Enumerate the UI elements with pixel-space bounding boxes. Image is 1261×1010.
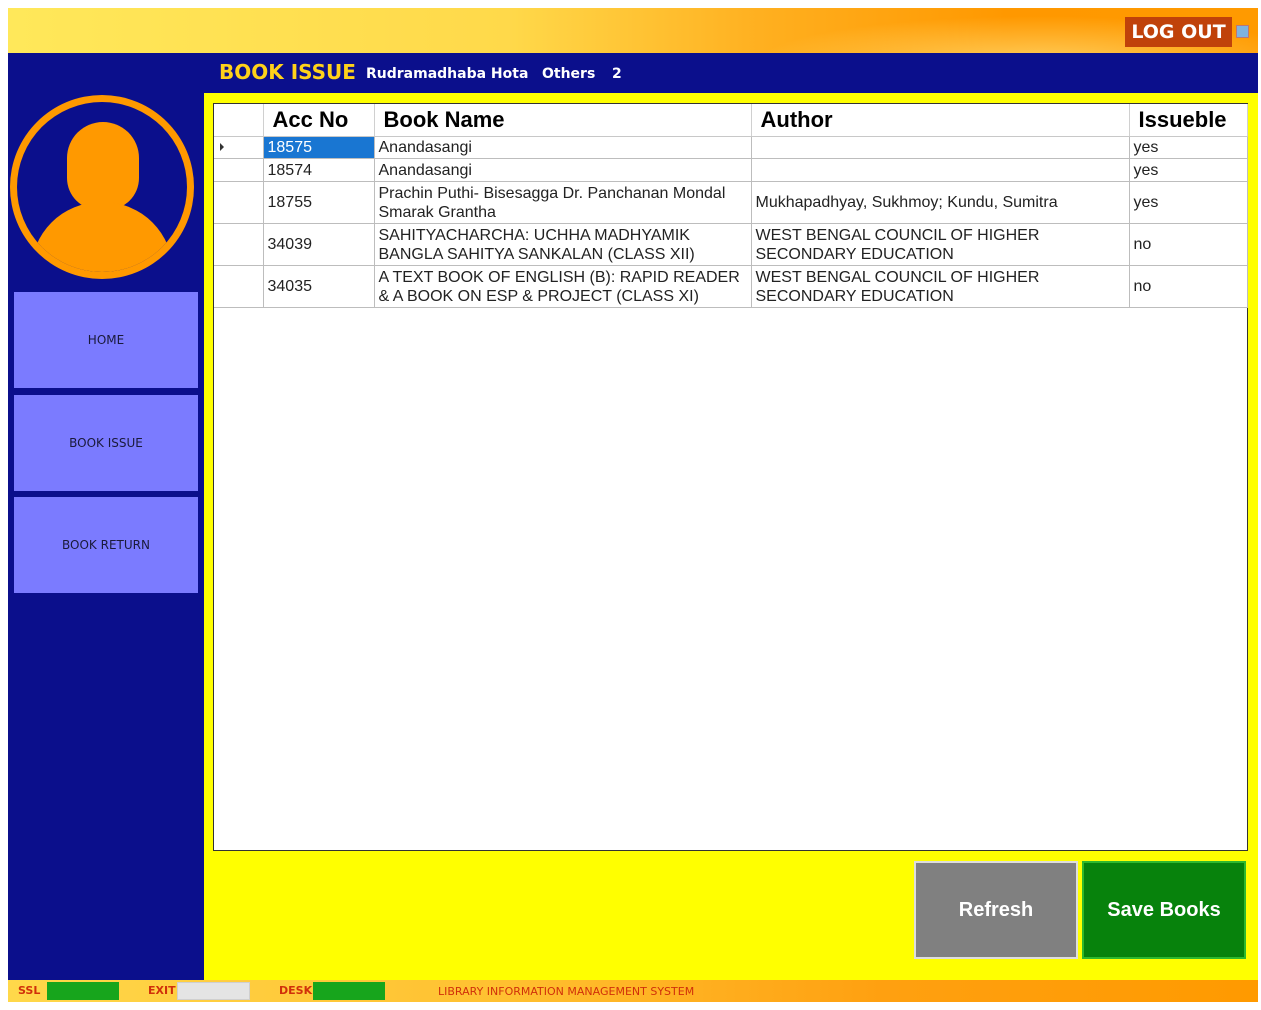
column-header-acc-no[interactable]: Acc No xyxy=(263,104,375,137)
book-name-cell[interactable]: A TEXT BOOK OF ENGLISH (B): RAPID READER… xyxy=(374,265,752,308)
table-row[interactable]: 18575 Anandasangi yes xyxy=(214,136,1248,159)
book-name-cell[interactable]: Anandasangi xyxy=(374,158,752,182)
sidebar: HOME BOOK ISSUE BOOK RETURN xyxy=(8,53,204,980)
author-cell[interactable]: WEST BENGAL COUNCIL OF HIGHER SECONDARY … xyxy=(751,265,1130,308)
book-name-cell[interactable]: SAHITYACHARCHA: UCHHA MADHYAMIK BANGLA S… xyxy=(374,223,752,266)
top-bar: LOG OUT xyxy=(8,8,1258,53)
ssl-indicator xyxy=(47,982,119,1000)
issuable-cell[interactable]: yes xyxy=(1129,181,1248,224)
issuable-cell[interactable]: yes xyxy=(1129,158,1248,182)
window-icon xyxy=(1236,25,1249,38)
author-cell[interactable] xyxy=(751,158,1130,182)
table-row[interactable]: 34039 SAHITYACHARCHA: UCHHA MADHYAMIK BA… xyxy=(214,223,1248,266)
app-name: LIBRARY INFORMATION MANAGEMENT SYSTEM xyxy=(438,985,695,998)
page-header: BOOK ISSUE Rudramadhaba Hota Others 2 xyxy=(204,53,1258,93)
column-header-book-name[interactable]: Book Name xyxy=(374,104,752,137)
exit-label: EXIT xyxy=(148,984,176,997)
author-cell[interactable]: Mukhapadhyay, Sukhmoy; Kundu, Sumitra xyxy=(751,181,1130,224)
issuable-cell[interactable]: no xyxy=(1129,265,1248,308)
desk-indicator xyxy=(313,982,385,1000)
books-table: Acc No Book Name Author Issueble 18575 A… xyxy=(214,104,1248,308)
issued-count: 2 xyxy=(612,66,622,82)
page-title: BOOK ISSUE xyxy=(219,60,356,84)
user-category: Others xyxy=(542,66,596,82)
sidebar-item-book-return[interactable]: BOOK RETURN xyxy=(14,497,198,593)
status-bar: SSL EXIT DESK LIBRARY INFORMATION MANAGE… xyxy=(8,980,1258,1002)
sidebar-item-book-issue[interactable]: BOOK ISSUE xyxy=(14,395,198,491)
user-head-icon xyxy=(67,122,139,210)
desk-label: DESK xyxy=(279,984,313,997)
books-grid[interactable]: Acc No Book Name Author Issueble 18575 A… xyxy=(213,103,1248,851)
ssl-label: SSL xyxy=(18,984,41,997)
acc-no-cell[interactable]: 18574 xyxy=(263,158,375,182)
current-row-icon xyxy=(220,143,224,151)
table-header-row: Acc No Book Name Author Issueble xyxy=(214,104,1248,137)
exit-indicator xyxy=(177,982,250,1000)
author-cell[interactable] xyxy=(751,136,1130,159)
app-window: LOG OUT HOME BOOK ISSUE BOOK RETURN BOOK… xyxy=(8,8,1258,1002)
row-selector[interactable] xyxy=(214,223,264,266)
user-body-icon xyxy=(31,202,173,272)
row-selector[interactable] xyxy=(214,136,264,159)
acc-no-cell[interactable]: 34039 xyxy=(263,223,375,266)
row-selector[interactable] xyxy=(214,265,264,308)
author-cell[interactable]: WEST BENGAL COUNCIL OF HIGHER SECONDARY … xyxy=(751,223,1130,266)
row-selector[interactable] xyxy=(214,181,264,224)
issuable-cell[interactable]: no xyxy=(1129,223,1248,266)
row-header-corner xyxy=(214,104,264,137)
row-selector[interactable] xyxy=(214,158,264,182)
acc-no-cell[interactable]: 18755 xyxy=(263,181,375,224)
column-header-issuable[interactable]: Issueble xyxy=(1129,104,1248,137)
user-name: Rudramadhaba Hota xyxy=(366,66,529,82)
acc-no-cell[interactable]: 18575 xyxy=(263,136,375,159)
book-name-cell[interactable]: Prachin Puthi- Bisesagga Dr. Panchanan M… xyxy=(374,181,752,224)
issuable-cell[interactable]: yes xyxy=(1129,136,1248,159)
table-row[interactable]: 18574 Anandasangi yes xyxy=(214,158,1248,182)
save-books-button[interactable]: Save Books xyxy=(1082,861,1246,959)
refresh-button[interactable]: Refresh xyxy=(914,861,1078,959)
book-name-cell[interactable]: Anandasangi xyxy=(374,136,752,159)
sidebar-item-home[interactable]: HOME xyxy=(14,292,198,388)
column-header-author[interactable]: Author xyxy=(751,104,1130,137)
logout-button[interactable]: LOG OUT xyxy=(1125,17,1232,47)
table-row[interactable]: 18755 Prachin Puthi- Bisesagga Dr. Panch… xyxy=(214,181,1248,224)
table-row[interactable]: 34035 A TEXT BOOK OF ENGLISH (B): RAPID … xyxy=(214,265,1248,308)
main-content: Acc No Book Name Author Issueble 18575 A… xyxy=(204,93,1258,980)
avatar-background xyxy=(17,102,187,272)
avatar xyxy=(10,95,194,279)
acc-no-cell[interactable]: 34035 xyxy=(263,265,375,308)
